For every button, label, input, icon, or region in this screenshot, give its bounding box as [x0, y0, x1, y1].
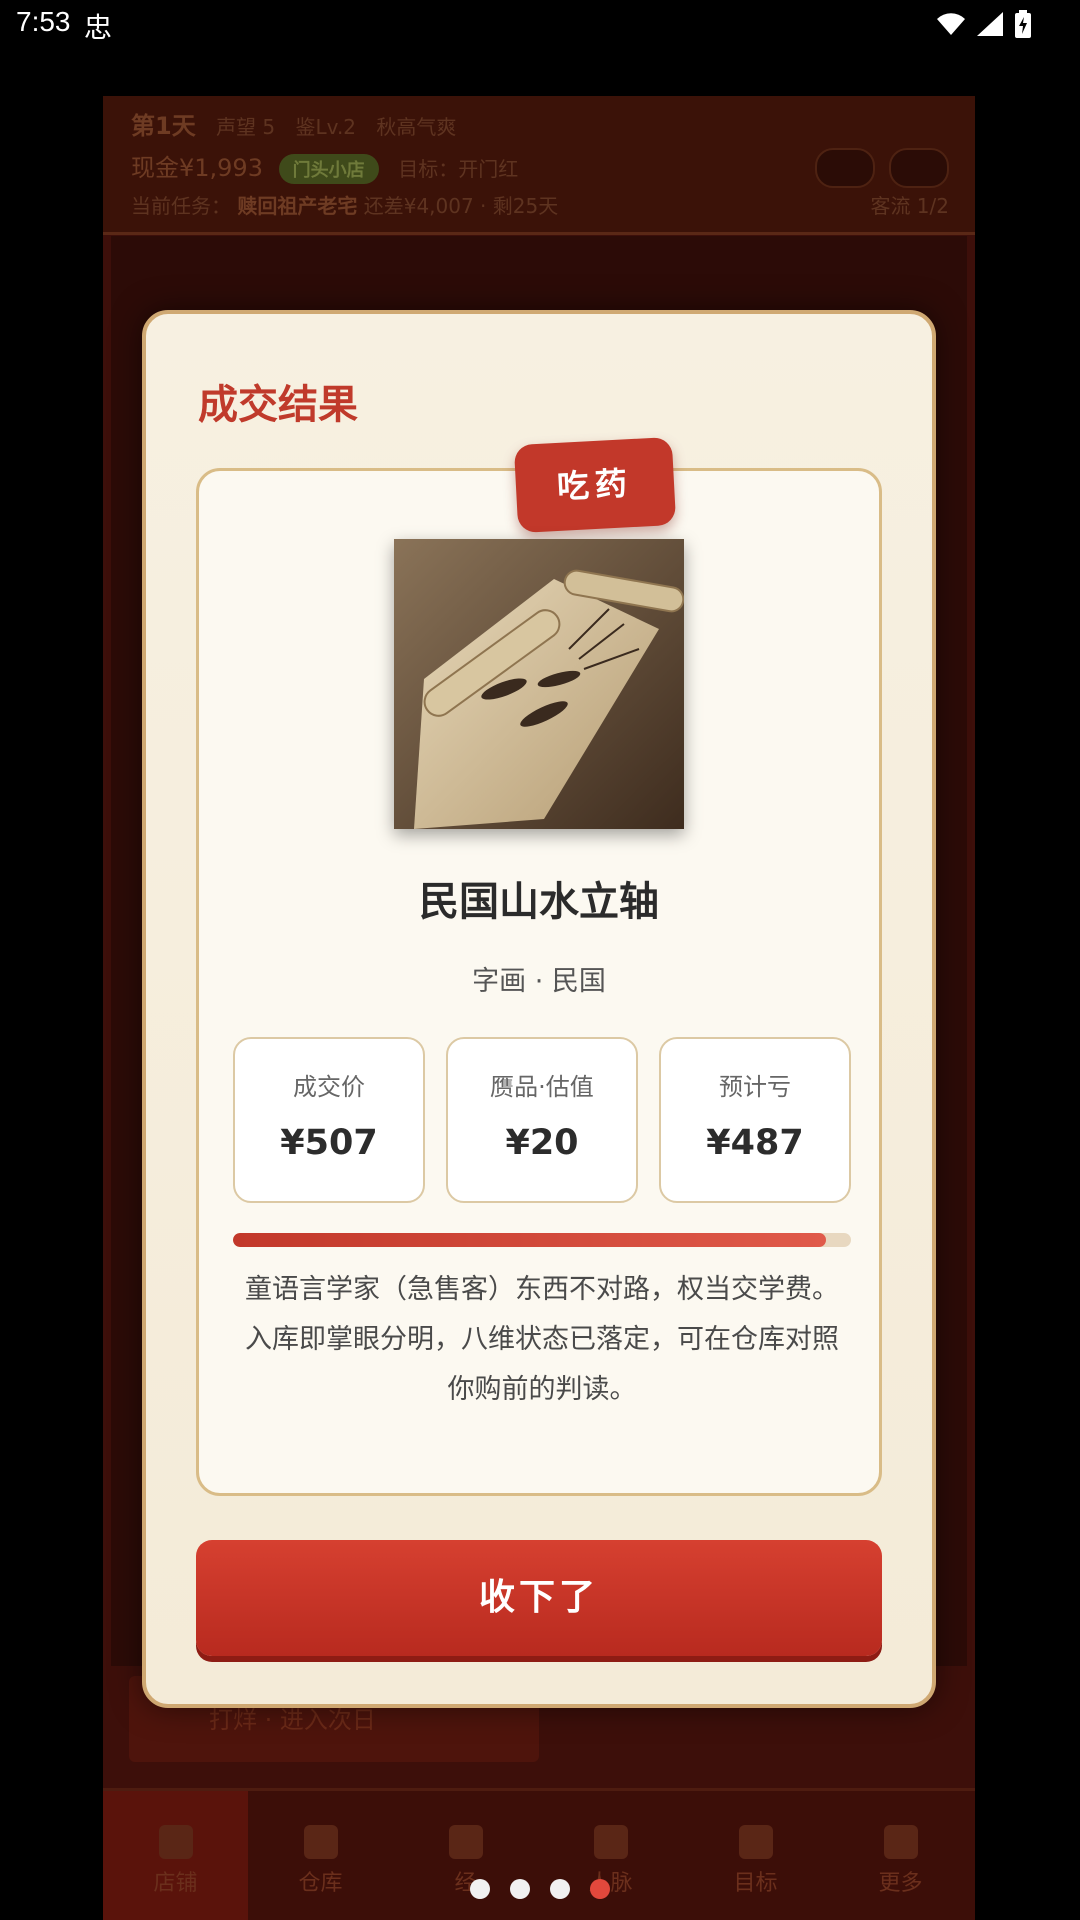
- page-indicator: [470, 1879, 610, 1899]
- result-card: 吃药 民国山水立轴 字画 · 民国 成交价 ¥507 赝品·估值 ¥20 预计亏…: [196, 436, 882, 1496]
- stat-expected-loss: 预计亏 ¥487: [659, 1037, 851, 1203]
- stat-label: 赝品·估值: [490, 1073, 594, 1101]
- page-dot[interactable]: [510, 1879, 530, 1899]
- result-stamp: 吃药: [513, 436, 677, 534]
- loss-bar-fill: [233, 1233, 827, 1247]
- page-dot-active[interactable]: [590, 1879, 610, 1899]
- accept-button[interactable]: 收下了: [196, 1540, 882, 1656]
- stat-deal-price: 成交价 ¥507: [233, 1037, 425, 1203]
- page-dot[interactable]: [550, 1879, 570, 1899]
- modal-title: 成交结果: [198, 382, 358, 428]
- stat-appraisal: 赝品·估值 ¥20: [446, 1037, 638, 1203]
- item-name: 民国山水立轴: [419, 879, 659, 925]
- result-description: 童语言学家（急售客）东西不对路，权当交学费。 入库即掌眼分明，八维状态已落定，可…: [233, 1265, 851, 1415]
- stat-label: 成交价: [293, 1073, 365, 1101]
- stat-label: 预计亏: [719, 1073, 791, 1101]
- deal-stats: 成交价 ¥507 赝品·估值 ¥20 预计亏 ¥487: [233, 1037, 851, 1203]
- stat-value: ¥487: [706, 1123, 804, 1163]
- deal-result-modal: 成交结果 吃药 民国山水立轴 字画 · 民国 成交价 ¥507 赝品·估值 ¥2…: [142, 310, 936, 1708]
- description-line: 入库即掌眼分明，八维状态已落定，可在仓库对照你购前的判读。: [245, 1324, 839, 1405]
- stat-value: ¥507: [280, 1123, 378, 1163]
- page-dot[interactable]: [470, 1879, 490, 1899]
- loss-bar: [233, 1233, 851, 1247]
- stat-value: ¥20: [505, 1123, 579, 1163]
- item-image: [394, 539, 684, 829]
- description-line: 童语言学家（急售客）东西不对路，权当交学费。: [245, 1274, 839, 1305]
- item-category: 字画 · 民国: [472, 966, 606, 997]
